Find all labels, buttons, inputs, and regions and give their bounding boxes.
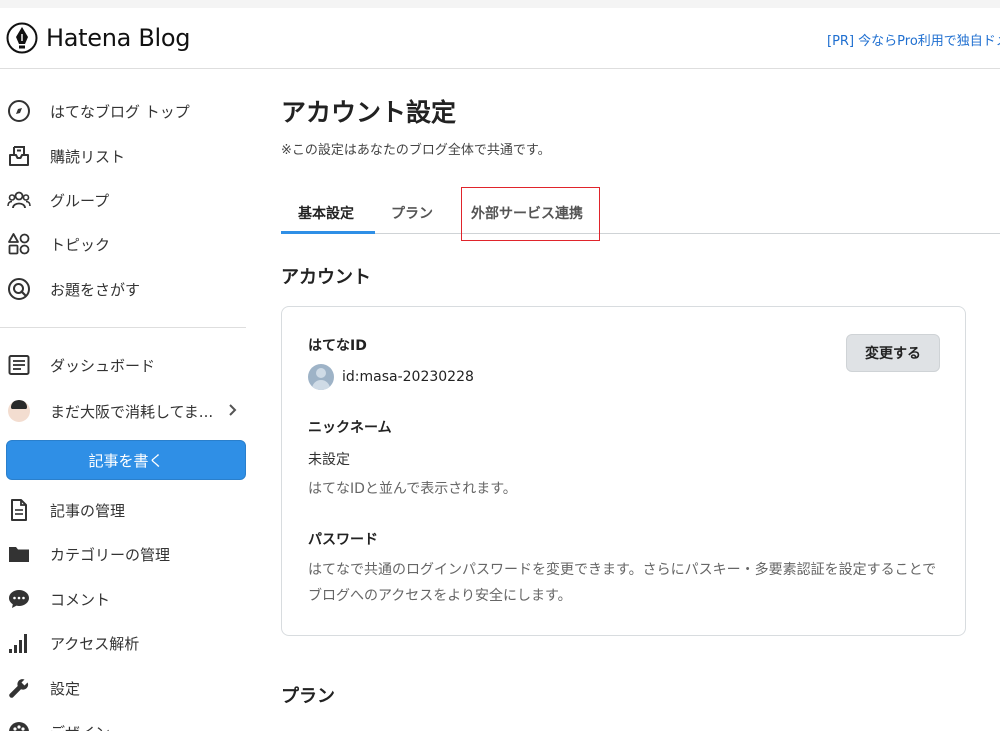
sidebar-item-label: 記事の管理 <box>50 501 126 520</box>
sidebar-item-label: トピック <box>50 235 111 254</box>
section-title-account: アカウント <box>281 267 371 288</box>
main-content: アカウント設定 ※この設定はあなたのブログ全体で共通です。 基本設定 プラン 外… <box>281 69 1000 731</box>
sidebar-item-label: 購読リスト <box>50 147 126 166</box>
sidebar-item-label: アクセス解析 <box>50 634 140 653</box>
sidebar-item-label: 設定 <box>50 679 81 698</box>
palette-icon <box>7 720 31 731</box>
sidebar-item-manage-articles[interactable]: 記事の管理 <box>0 488 246 532</box>
sidebar-item-label: カテゴリーの管理 <box>50 545 171 564</box>
sidebar-item-label: グループ <box>50 191 110 210</box>
tab-basic-settings[interactable]: 基本設定 <box>298 203 354 223</box>
user-avatar-icon <box>308 364 334 390</box>
bar-signal-icon <box>7 631 31 655</box>
highlight-annotation-box <box>461 187 600 241</box>
sidebar-item-analytics[interactable]: アクセス解析 <box>0 621 246 665</box>
comment-icon <box>7 587 31 611</box>
sidebar-item-label: コメント <box>50 590 111 609</box>
pr-link[interactable]: [PR] 今ならPro利用で独自ドメ <box>827 30 1000 49</box>
hatena-blog-logo[interactable]: Hatena Blog <box>6 22 191 54</box>
sidebar-item-find-themes[interactable]: お題をさがす <box>0 267 246 311</box>
pen-nib-logo-icon <box>6 22 38 54</box>
group-icon <box>7 188 31 212</box>
folder-icon <box>7 542 31 566</box>
sidebar-item-blog-select[interactable]: まだ大阪で消耗してま... <box>0 389 246 433</box>
chevron-right-icon <box>228 402 238 421</box>
nickname-label: ニックネーム <box>308 420 392 436</box>
sidebar-item-groups[interactable]: グループ <box>0 178 246 222</box>
site-header: Hatena Blog [PR] 今ならPro利用で独自ドメ <box>0 8 1000 69</box>
write-article-button[interactable]: 記事を書く <box>6 440 246 480</box>
hatena-id-row: id:masa-20230228 <box>308 364 474 390</box>
shapes-icon <box>7 232 31 256</box>
sidebar-item-design[interactable]: デザイン <box>0 710 246 731</box>
sidebar: はてなブログ トップ 購読リスト グループ トピック お題をさがす ダッシュボー… <box>0 69 246 731</box>
sidebar-item-settings[interactable]: 設定 <box>0 666 246 710</box>
inbox-icon <box>7 144 31 168</box>
q-search-icon <box>7 277 31 301</box>
sidebar-divider <box>0 327 246 328</box>
nickname-value: 未設定 <box>308 452 350 468</box>
sidebar-item-blog-top[interactable]: はてなブログ トップ <box>0 89 246 133</box>
page-note: ※この設定はあなたのブログ全体で共通です。 <box>281 143 551 158</box>
blog-avatar <box>7 399 31 423</box>
page-title: アカウント設定 <box>281 98 457 127</box>
sidebar-item-label: ダッシュボード <box>50 356 156 375</box>
hatena-id-label: はてなID <box>308 338 367 354</box>
password-help: はてなで共通のログインパスワードを変更できます。さらにパスキー・多要素認証を設定… <box>308 562 937 604</box>
sidebar-item-label: お題をさがす <box>50 280 141 299</box>
sidebar-item-subscriptions[interactable]: 購読リスト <box>0 134 246 178</box>
change-id-button[interactable]: 変更する <box>846 334 940 372</box>
account-card: はてなID id:masa-20230228 変更する ニックネーム 未設定 は… <box>281 306 966 636</box>
document-icon <box>7 498 31 522</box>
active-tab-indicator <box>281 231 375 234</box>
dashboard-icon <box>7 353 31 377</box>
sidebar-item-comments[interactable]: コメント <box>0 577 246 621</box>
sidebar-item-label: はてなブログ トップ <box>50 102 190 121</box>
nickname-help: はてなIDと並んで表示されます。 <box>308 481 517 497</box>
sidebar-item-dashboard[interactable]: ダッシュボード <box>0 343 246 387</box>
sidebar-item-manage-categories[interactable]: カテゴリーの管理 <box>0 532 246 576</box>
wrench-icon <box>7 676 31 700</box>
compass-icon <box>7 99 31 123</box>
password-label: パスワード <box>308 532 378 548</box>
hatena-id-value: id:masa-20230228 <box>342 369 474 385</box>
tab-plan[interactable]: プラン <box>391 203 433 223</box>
top-strip <box>0 0 1000 8</box>
logo-text: Hatena Blog <box>46 24 191 52</box>
sidebar-item-label: まだ大阪で消耗してま... <box>50 402 214 421</box>
tab-bar: 基本設定 プラン 外部サービス連携 <box>281 189 1000 234</box>
sidebar-item-topics[interactable]: トピック <box>0 222 246 266</box>
section-title-plan: プラン <box>281 686 335 707</box>
sidebar-item-label: デザイン <box>50 722 110 731</box>
